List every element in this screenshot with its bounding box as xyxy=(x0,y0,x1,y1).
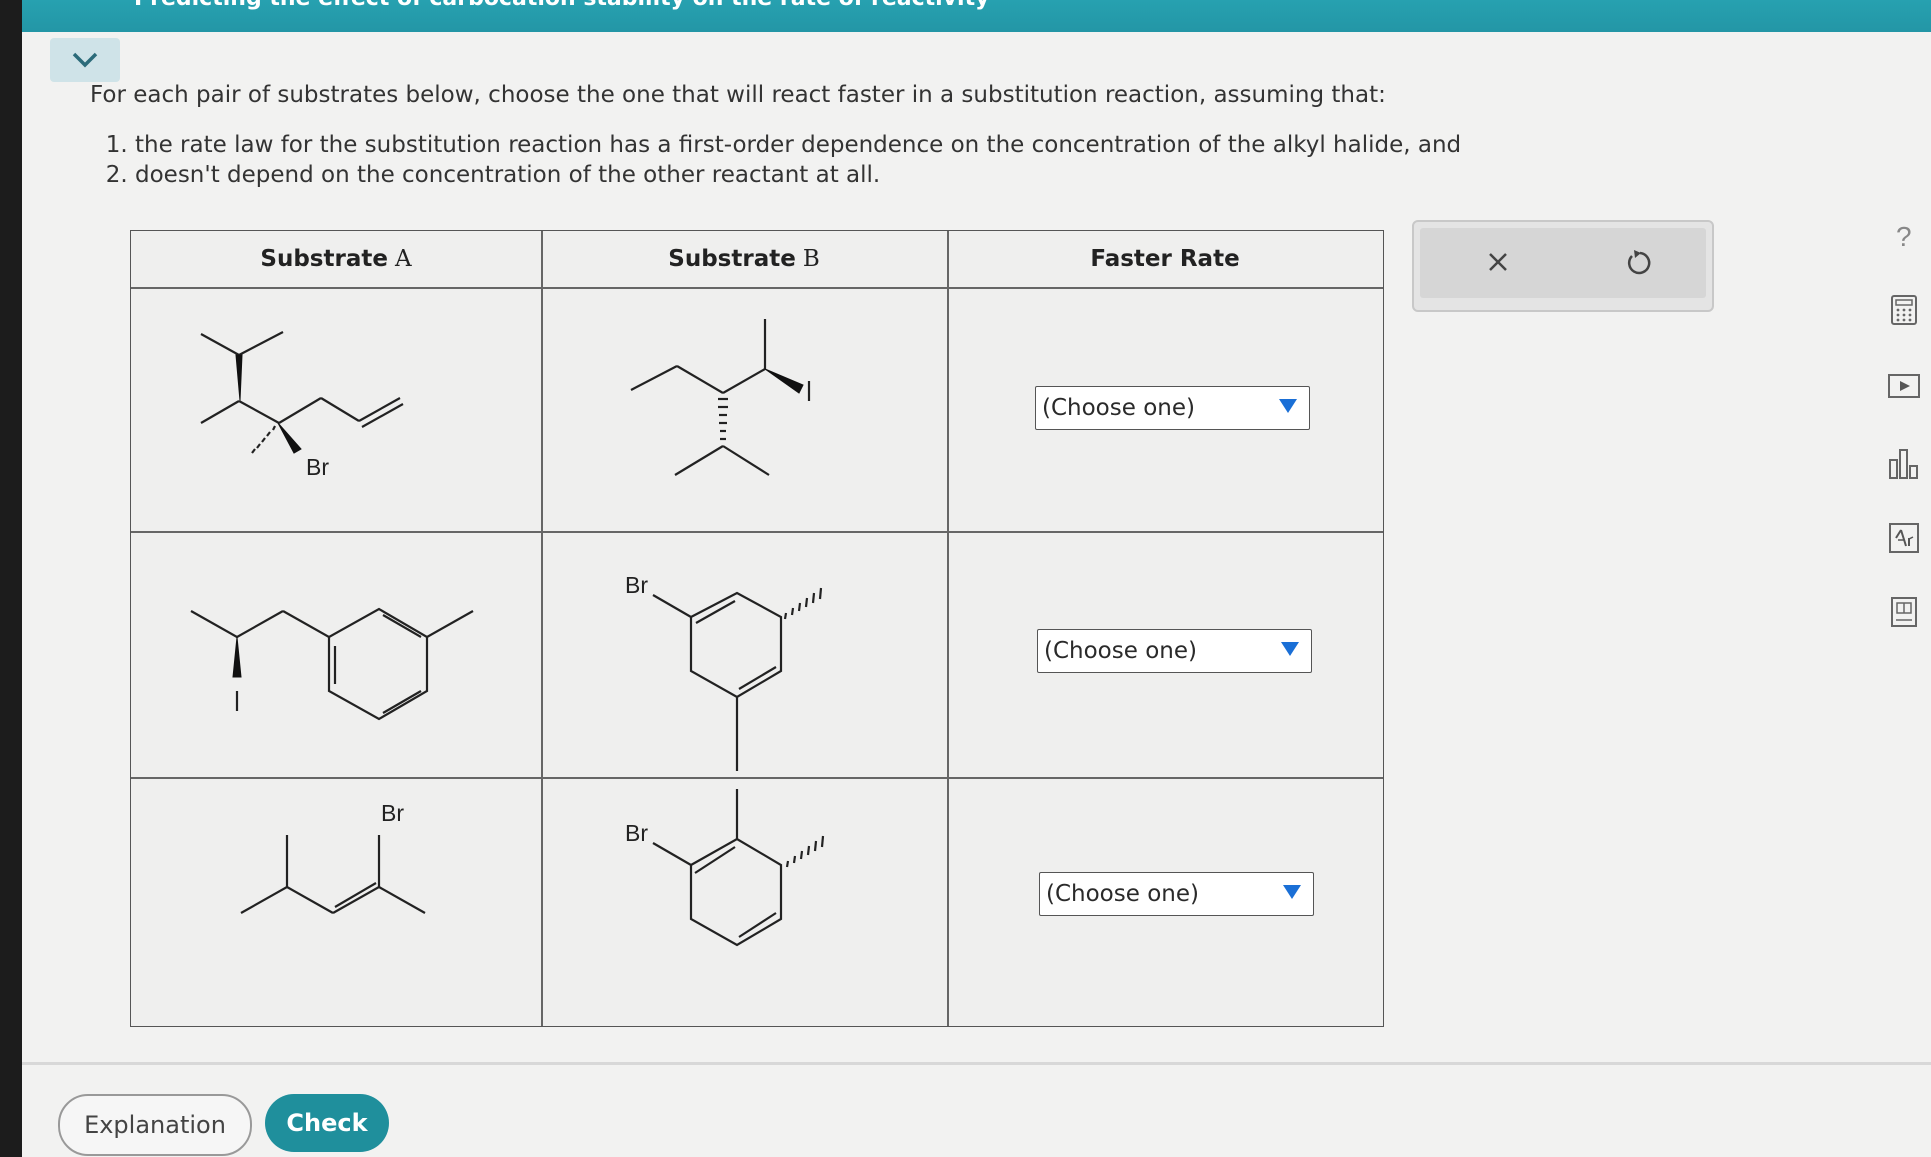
atom-label: Br xyxy=(625,820,648,846)
instructions-intro: For each pair of substrates below, choos… xyxy=(90,82,1386,108)
caret-down-icon xyxy=(1279,399,1297,413)
structure-row2-substrate-b: Br xyxy=(625,572,823,771)
structure-row3-substrate-b: Br xyxy=(625,789,825,947)
answer-actions xyxy=(1412,220,1714,312)
chart-icon[interactable] xyxy=(1886,446,1922,482)
select-value: (Choose one) xyxy=(1046,881,1199,907)
header-variable: B xyxy=(802,246,820,272)
check-button[interactable]: Check xyxy=(265,1094,389,1152)
undo-icon[interactable] xyxy=(1620,244,1656,280)
video-icon[interactable] xyxy=(1886,368,1922,404)
condition-item: the rate law for the substitution reacti… xyxy=(135,130,1510,160)
calculator-icon[interactable] xyxy=(1886,292,1922,328)
atom-label-holder: I xyxy=(811,381,841,411)
explanation-button[interactable]: Explanation xyxy=(58,1094,252,1156)
faster-rate-select[interactable]: (Choose one) xyxy=(1039,872,1314,916)
condition-item: doesn't depend on the concentration of t… xyxy=(135,160,1510,190)
help-icon[interactable]: ? xyxy=(1886,218,1922,254)
structure-row2-substrate-a xyxy=(190,607,474,721)
header-label: Substrate xyxy=(260,246,388,272)
footer-divider xyxy=(22,1062,1931,1065)
page-title: Predicting the effect of carbocation sta… xyxy=(134,0,989,11)
help-glyph: ? xyxy=(1896,221,1912,252)
select-value: (Choose one) xyxy=(1044,638,1197,664)
substrate-table: Substrate A Substrate B Faster Rate Br B… xyxy=(130,230,1384,1027)
periodic-table-icon[interactable] xyxy=(1886,520,1922,556)
faster-rate-select[interactable]: (Choose one) xyxy=(1035,386,1310,430)
header-faster-rate: Faster Rate xyxy=(1090,246,1240,272)
caret-down-icon xyxy=(1283,885,1301,899)
structure-row1-substrate-b xyxy=(630,319,811,476)
faster-rate-select[interactable]: (Choose one) xyxy=(1037,629,1312,673)
header-substrate-a: Substrate A xyxy=(131,231,541,287)
divider xyxy=(947,231,949,1026)
caret-down-icon xyxy=(1281,642,1299,656)
header-substrate-b: Substrate B xyxy=(541,231,947,287)
select-value: (Choose one) xyxy=(1042,395,1195,421)
structure-row1-substrate-a: Br xyxy=(200,331,404,480)
collapse-button[interactable] xyxy=(50,38,120,82)
atom-label: Br xyxy=(381,800,404,826)
answer-actions-inner xyxy=(1420,228,1706,298)
instructions: For each pair of substrates below, choos… xyxy=(90,82,1510,190)
topbar: Predicting the effect of carbocation sta… xyxy=(22,0,1931,32)
book-icon[interactable] xyxy=(1886,594,1922,630)
divider xyxy=(131,531,1383,533)
divider xyxy=(131,287,1383,289)
close-icon[interactable] xyxy=(1480,244,1516,280)
chevron-down-icon xyxy=(72,52,98,68)
header-label: Substrate xyxy=(668,246,796,272)
header-variable: A xyxy=(394,246,412,272)
atom-label: Br xyxy=(306,454,329,480)
conditions-list: the rate law for the substitution reacti… xyxy=(90,130,1510,190)
atom-label-holder: I xyxy=(231,681,261,711)
screen: Predicting the effect of carbocation sta… xyxy=(22,0,1931,1157)
structure-row3-substrate-a: Br xyxy=(240,800,426,914)
atom-label: Br xyxy=(625,572,648,598)
divider xyxy=(541,231,543,1026)
